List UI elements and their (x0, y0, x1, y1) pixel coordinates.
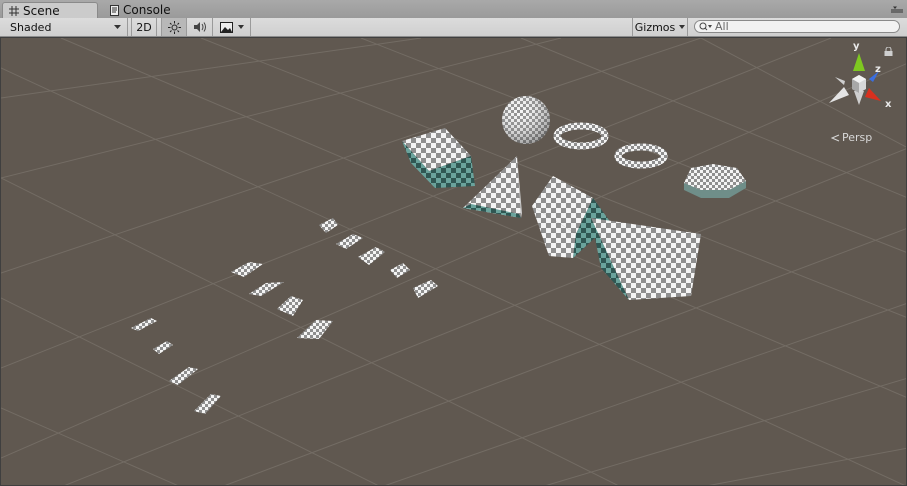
tab-console-label: Console (123, 3, 171, 17)
speaker-icon (193, 22, 206, 32)
projection-toggle[interactable]: Persp (831, 131, 872, 144)
chevron-down-icon (114, 24, 121, 29)
projection-label: Persp (842, 131, 873, 144)
search-icon (699, 22, 712, 31)
tab-scene[interactable]: Scene (2, 2, 98, 18)
scene-render[interactable] (1, 38, 907, 486)
chevron-down-icon (679, 25, 686, 29)
cube-object[interactable] (402, 128, 475, 188)
torus-object[interactable] (553, 122, 609, 150)
image-effects-icon (219, 21, 233, 33)
lock-icon[interactable] (884, 47, 893, 56)
scene-toolbar: Shaded 2D Gizmos (0, 18, 907, 37)
gizmos-dropdown[interactable]: Gizmos (632, 18, 688, 36)
sphere-object[interactable] (502, 96, 550, 144)
scene-effects-dropdown[interactable] (213, 18, 251, 36)
tab-menu-icon[interactable] (891, 6, 903, 14)
gizmos-label: Gizmos (634, 20, 676, 34)
axis-z-label: z (875, 64, 881, 75)
scene-viewport[interactable]: y z x Persp (0, 37, 907, 486)
axis-y-label: y (853, 41, 860, 52)
cone-object[interactable] (591, 218, 701, 300)
scene-lighting-button[interactable] (161, 18, 187, 36)
scene-audio-button[interactable] (187, 18, 213, 36)
cylinder-object[interactable] (684, 164, 746, 198)
draw-mode-label: Shaded (10, 20, 52, 34)
ground-grid (1, 38, 906, 485)
mode-2d-label: 2D (136, 20, 152, 34)
sun-icon (167, 20, 181, 34)
tab-scene-label: Scene (23, 3, 60, 18)
mode-2d-button[interactable]: 2D (131, 18, 157, 36)
tab-bar: Scene Console (0, 0, 907, 19)
perspective-icon (831, 134, 840, 141)
tab-console[interactable]: Console (104, 2, 194, 18)
plane-objects[interactable] (131, 218, 438, 414)
axis-x-label: x (885, 99, 892, 110)
search-box[interactable] (694, 20, 900, 33)
draw-mode-dropdown[interactable]: Shaded (0, 18, 128, 36)
grid-icon (9, 5, 19, 16)
console-icon (110, 4, 119, 16)
search-input[interactable] (715, 20, 885, 33)
chevron-down-icon (237, 25, 244, 29)
torus-object[interactable] (614, 143, 668, 169)
